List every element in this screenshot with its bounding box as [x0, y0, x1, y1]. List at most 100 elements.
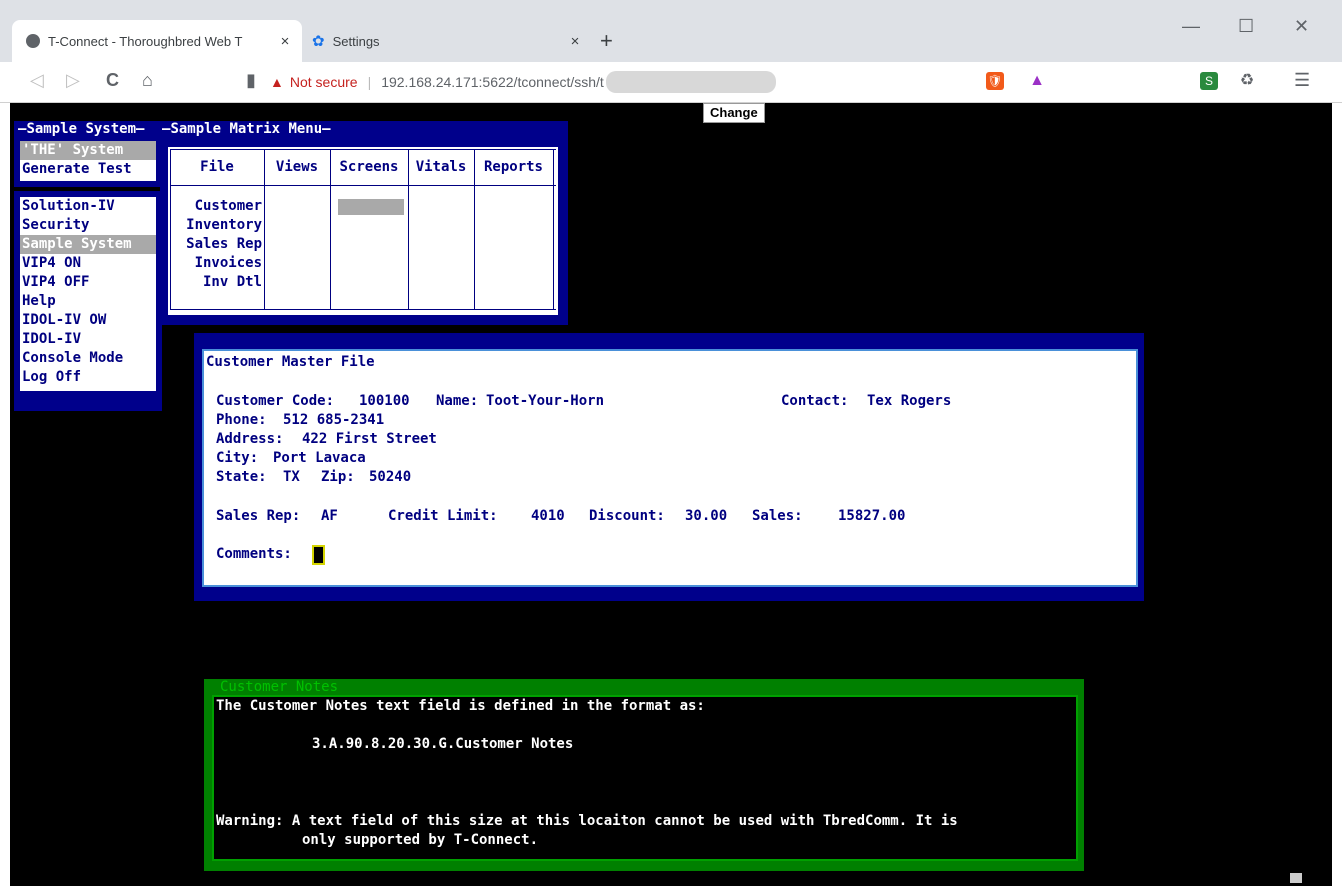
notes-line-3: Warning: A text field of this size at th…: [216, 813, 958, 829]
matrix-col-reports[interactable]: Reports: [474, 157, 553, 177]
menu-item-idol-iv[interactable]: IDOL-IV: [20, 330, 156, 349]
terminal-screen[interactable]: Change —Sample System— 'THE' System Gene…: [10, 103, 1332, 886]
grid-line: [170, 309, 556, 310]
customer-master-panel: Customer Master File Customer Code: 1001…: [194, 333, 1144, 601]
customer-notes-panel: Customer Notes The Customer Notes text f…: [204, 679, 1084, 871]
customer-code-value[interactable]: 100100: [359, 392, 410, 411]
credit-limit-label: Credit Limit:: [388, 508, 498, 524]
state-value[interactable]: TX: [283, 468, 300, 487]
extension-icon[interactable]: S: [1200, 72, 1218, 90]
menu-item-solution-iv[interactable]: Solution-IV: [20, 197, 156, 216]
sales-value[interactable]: 15827.00: [838, 507, 905, 526]
zip-value[interactable]: 50240: [369, 468, 411, 487]
state-label: State:: [216, 469, 267, 485]
comments-input[interactable]: [312, 545, 325, 565]
phone-value[interactable]: 512 685-2341: [283, 411, 384, 430]
customer-notes-textarea[interactable]: The Customer Notes text field is defined…: [212, 695, 1078, 861]
minimize-button[interactable]: —: [1182, 16, 1200, 37]
comments-label: Comments:: [216, 546, 292, 562]
sales-label: Sales:: [752, 508, 803, 524]
matrix-col-file[interactable]: File: [170, 157, 264, 177]
customer-name-value[interactable]: Toot-Your-Horn: [486, 392, 604, 411]
menu-item-generate-test[interactable]: Generate Test: [20, 160, 156, 179]
menu-item-idol-iv-ow[interactable]: IDOL-IV OW: [20, 311, 156, 330]
matrix-grid: File Views Screens Vitals Reports Custom…: [168, 147, 558, 315]
credit-limit-value[interactable]: 4010: [531, 507, 565, 526]
bookmark-icon[interactable]: ▮: [246, 70, 256, 91]
tab-title: Settings: [332, 33, 380, 49]
menu-item-the-system[interactable]: 'THE' System: [20, 141, 156, 160]
reload-icon[interactable]: C: [106, 70, 119, 91]
notes-line-1: The Customer Notes text field is defined…: [216, 698, 705, 714]
matrix-col-screens[interactable]: Screens: [330, 157, 408, 177]
matrix-row-customer[interactable]: Customer: [195, 197, 262, 216]
matrix-menu-box: —Sample Matrix Menu— File Views Screens …: [160, 121, 568, 325]
grid-line: [170, 149, 556, 150]
customer-contact-value[interactable]: Tex Rogers: [867, 392, 951, 411]
notes-line-4: only supported by T-Connect.: [302, 832, 539, 848]
system-menu-list: 'THE' System Generate Test: [20, 141, 156, 181]
address-label: Address:: [216, 431, 284, 447]
customer-code-label: Customer Code:: [216, 393, 335, 409]
menu-item-vip4-off[interactable]: VIP4 OFF: [20, 273, 156, 292]
address-bar[interactable]: ▲ Not secure | 192.168.24.171:5622/tconn…: [270, 68, 1000, 96]
matrix-row-invoices[interactable]: Invoices: [195, 254, 262, 273]
menu-item-log-off[interactable]: Log Off: [20, 368, 156, 387]
browser-toolbar: ◁ ▷ C ⌂ ▮ ▲ Not secure | 192.168.24.171:…: [0, 62, 1342, 103]
close-tab-icon[interactable]: ×: [276, 33, 294, 50]
maximize-button[interactable]: ☐: [1238, 16, 1254, 37]
gear-icon: ✿: [312, 33, 325, 50]
brave-rewards-icon[interactable]: ▲: [1028, 72, 1046, 90]
recycle-icon[interactable]: ♻: [1238, 72, 1256, 90]
matrix-row-sales-rep[interactable]: Sales Rep: [186, 235, 262, 254]
url-text: 192.168.24.171:5622/tconnect/ssh/t: [381, 74, 604, 90]
new-tab-button[interactable]: +: [600, 28, 613, 54]
address-value[interactable]: 422 First Street: [302, 430, 437, 449]
matrix-selected-cell[interactable]: [338, 199, 404, 215]
menu-item-vip4-on[interactable]: VIP4 ON: [20, 254, 156, 273]
system-menu-box: —Sample System— 'THE' System Generate Te…: [14, 121, 162, 187]
matrix-col-vitals[interactable]: Vitals: [408, 157, 474, 177]
resize-icon[interactable]: [1290, 873, 1302, 883]
close-tab-icon[interactable]: ×: [566, 33, 584, 50]
notes-line-2: 3.A.90.8.20.30.G.Customer Notes: [312, 736, 574, 752]
browser-titlebar: T-Connect - Thoroughbred Web T × ✿ Setti…: [0, 0, 1342, 62]
menu-item-security[interactable]: Security: [20, 216, 156, 235]
city-label: City:: [216, 450, 259, 466]
security-label[interactable]: Not secure: [290, 74, 358, 90]
customer-notes-title: Customer Notes: [220, 679, 339, 695]
discount-value[interactable]: 30.00: [685, 507, 727, 526]
address-separator: |: [367, 74, 372, 90]
system-menu-title: Sample System: [26, 121, 137, 137]
main-menu-list: Solution-IV Security Sample System VIP4 …: [20, 197, 156, 391]
menu-item-help[interactable]: Help: [20, 292, 156, 311]
matrix-menu-title: Sample Matrix Menu: [170, 121, 323, 137]
tab-settings[interactable]: ✿ Settings ×: [302, 20, 592, 62]
sales-rep-label: Sales Rep:: [216, 508, 301, 524]
close-window-button[interactable]: ✕: [1294, 16, 1309, 37]
redacted-url-portion: [605, 71, 776, 93]
forward-icon[interactable]: ▷: [66, 70, 80, 91]
matrix-row-inventory[interactable]: Inventory: [186, 216, 262, 235]
tconnect-favicon-icon: [26, 34, 40, 48]
phone-label: Phone:: [216, 412, 267, 428]
back-icon[interactable]: ◁: [30, 70, 44, 91]
tab-tconnect[interactable]: T-Connect - Thoroughbred Web T ×: [12, 20, 302, 62]
menu-item-sample-system[interactable]: Sample System: [20, 235, 156, 254]
menu-item-console-mode[interactable]: Console Mode: [20, 349, 156, 368]
matrix-col-views[interactable]: Views: [264, 157, 330, 177]
change-button[interactable]: Change: [703, 103, 765, 123]
customer-form: Customer Master File Customer Code: 1001…: [202, 349, 1138, 587]
home-icon[interactable]: ⌂: [142, 70, 153, 91]
brave-shield-icon[interactable]: 🛡: [986, 72, 1004, 90]
matrix-row-inv-dtl[interactable]: Inv Dtl: [203, 273, 262, 292]
menu-icon[interactable]: ☰: [1294, 70, 1310, 91]
zip-label: Zip:: [321, 469, 355, 485]
sales-rep-value[interactable]: AF: [321, 507, 338, 526]
matrix-row-labels: Customer Inventory Sales Rep Invoices In…: [170, 197, 262, 297]
grid-line: [553, 149, 554, 309]
city-value[interactable]: Port Lavaca: [273, 449, 366, 468]
customer-contact-label: Contact:: [781, 393, 849, 409]
warning-icon: ▲: [270, 74, 284, 90]
customer-form-title: Customer Master File: [206, 354, 375, 370]
